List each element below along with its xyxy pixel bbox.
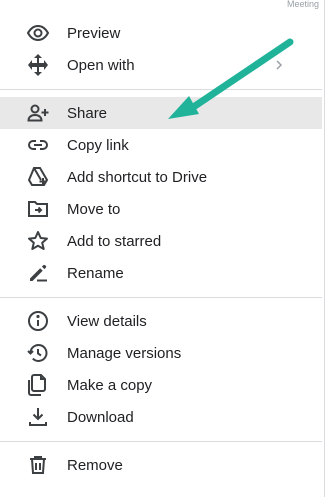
menu-item-rename[interactable]: Rename <box>0 257 322 289</box>
eye-icon <box>26 21 50 45</box>
menu-divider <box>0 297 322 298</box>
menu-item-label: View details <box>67 312 147 330</box>
link-icon <box>26 133 50 157</box>
menu-item-make-a-copy[interactable]: Make a copy <box>0 369 322 401</box>
pencil-icon <box>26 261 50 285</box>
drive-shortcut-icon <box>26 165 50 189</box>
copy-icon <box>26 373 50 397</box>
menu-item-label: Add shortcut to Drive <box>67 168 208 186</box>
menu-item-label: Preview <box>67 24 121 42</box>
context-menu: Preview Open with Share Copy link Add sh… <box>0 0 325 497</box>
menu-item-add-to-starred[interactable]: Add to starred <box>0 225 322 257</box>
menu-item-open-with[interactable]: Open with <box>0 49 322 81</box>
menu-item-label: Manage versions <box>67 344 182 362</box>
menu-item-move-to[interactable]: Move to <box>0 193 322 225</box>
history-icon <box>26 341 50 365</box>
move-arrows-icon <box>26 53 50 77</box>
menu-item-share[interactable]: Share <box>0 97 322 129</box>
menu-item-view-details[interactable]: View details <box>0 305 322 337</box>
menu-item-label: Rename <box>67 264 124 282</box>
menu-item-label: Make a copy <box>67 376 153 394</box>
menu-item-label: Copy link <box>67 136 129 154</box>
menu-item-label: Move to <box>67 200 121 218</box>
menu-item-label: Share <box>67 104 108 122</box>
menu-item-label: Download <box>67 408 134 426</box>
info-icon <box>26 309 50 333</box>
menu-divider <box>0 441 322 442</box>
menu-item-manage-versions[interactable]: Manage versions <box>0 337 322 369</box>
menu-item-label: Remove <box>67 456 123 474</box>
menu-item-label: Add to starred <box>67 232 162 250</box>
person-add-icon <box>26 101 50 125</box>
menu-item-remove[interactable]: Remove <box>0 449 322 481</box>
chevron-right-icon <box>276 60 283 70</box>
trash-icon <box>26 453 50 477</box>
menu-item-label: Open with <box>67 56 135 74</box>
menu-item-add-shortcut[interactable]: Add shortcut to Drive <box>0 161 322 193</box>
download-icon <box>26 405 50 429</box>
star-icon <box>26 229 50 253</box>
menu-item-download[interactable]: Download <box>0 401 322 433</box>
menu-item-copy-link[interactable]: Copy link <box>0 129 322 161</box>
menu-divider <box>0 89 322 90</box>
menu-item-preview[interactable]: Preview <box>0 17 322 49</box>
folder-move-icon <box>26 197 50 221</box>
